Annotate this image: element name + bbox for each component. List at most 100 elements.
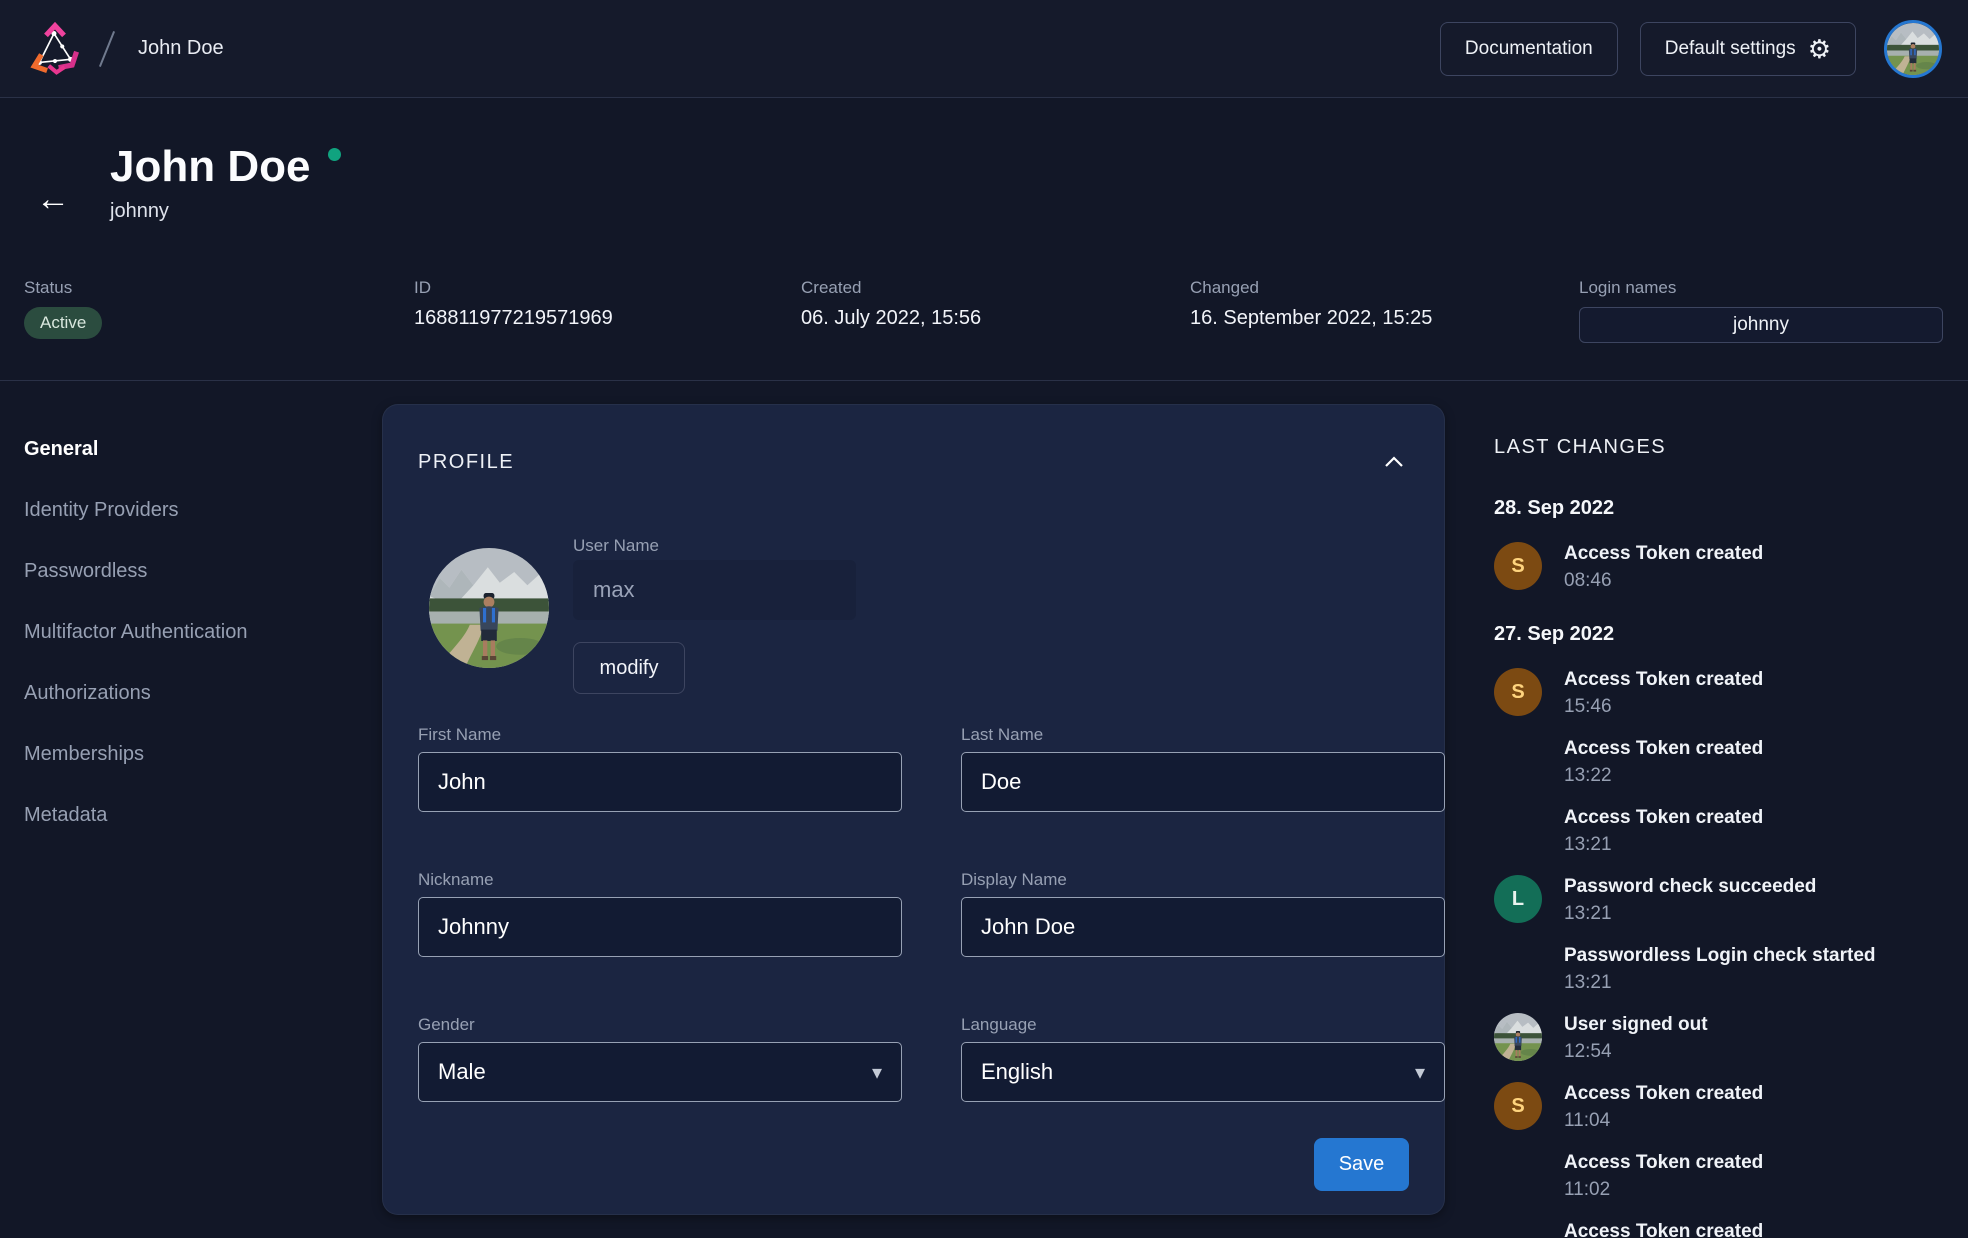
dropdown-arrow-icon: ▾ (1415, 1060, 1425, 1085)
nickname-label: Nickname (418, 870, 902, 890)
change-entry: S Access Token created08:46 (1494, 542, 1958, 593)
change-entry-title: Access Token created (1564, 1082, 1763, 1106)
meta-changed: Changed 16. September 2022, 15:25 (1190, 278, 1432, 330)
page-head: John Doe johnny (110, 142, 341, 223)
changed-value: 16. September 2022, 15:25 (1190, 307, 1432, 330)
sidebar-item-memberships[interactable]: Memberships (24, 743, 354, 766)
profile-photo (429, 548, 549, 668)
change-entry-title: Access Token created (1564, 737, 1763, 761)
change-entry-time: 13:22 (1564, 764, 1763, 788)
change-entry-time: 11:02 (1564, 1178, 1763, 1202)
back-button[interactable]: ← (30, 176, 76, 222)
documentation-button-label: Documentation (1465, 38, 1593, 60)
actor-avatar-initial: S (1494, 1082, 1542, 1130)
change-entry-text: Access Token created13:21 (1564, 806, 1763, 857)
username-label: User Name (573, 536, 659, 556)
profile-fields: First NameLast NameNicknameDisplay NameG… (418, 725, 1445, 1102)
sidebar-item-multifactor-authentication[interactable]: Multifactor Authentication (24, 621, 354, 644)
display-name-input[interactable] (961, 897, 1445, 957)
sidebar-item-passwordless[interactable]: Passwordless (24, 560, 354, 583)
login-names-list: johnny (1579, 307, 1943, 343)
profile-card: PROFILE User Name modify First Name Last … (382, 404, 1445, 1215)
change-entry-title: Access Token created (1564, 1151, 1763, 1175)
sidebar-item-general[interactable]: General (24, 438, 354, 461)
meta-id: ID 168811977219571969 (414, 278, 613, 330)
dropdown-arrow-icon: ▾ (872, 1060, 882, 1085)
change-entry-text: User signed out12:54 (1564, 1013, 1708, 1064)
gear-icon: ⚙ (1808, 36, 1831, 62)
created-label: Created (801, 278, 981, 298)
save-button[interactable]: Save (1314, 1138, 1409, 1191)
change-entry-time: 13:21 (1564, 902, 1816, 926)
change-entry-text: Access Token created15:46 (1564, 668, 1763, 719)
change-entry-title: Access Token created (1564, 1220, 1763, 1238)
change-entry-text: Passwordless Login check started13:21 (1564, 944, 1876, 995)
profile-photo (1494, 1013, 1542, 1061)
breadcrumb-separator (99, 31, 115, 67)
sidebar-item-identity-providers[interactable]: Identity Providers (24, 499, 354, 522)
login-name-box: johnny (1579, 307, 1943, 343)
change-entry-text: Access Token created08:46 (1564, 542, 1763, 593)
avatar-letter: S (1511, 1095, 1524, 1118)
change-group-date: 28. Sep 2022 (1494, 497, 1958, 520)
gender-select[interactable]: Male ▾ (418, 1042, 902, 1102)
login-names-label: Login names (1579, 278, 1943, 298)
profile-photo-avatar[interactable] (429, 548, 549, 668)
breadcrumb[interactable]: John Doe (138, 37, 224, 60)
change-entry-title: Access Token created (1564, 668, 1763, 692)
change-entry-title: Access Token created (1564, 542, 1763, 566)
actor-avatar-initial: S (1494, 668, 1542, 716)
actor-avatar-initial: L (1494, 875, 1542, 923)
change-entry-time: 11:04 (1564, 1109, 1763, 1133)
username-input[interactable] (573, 560, 856, 620)
chevron-up-icon (1385, 456, 1403, 467)
collapse-section-button[interactable] (1379, 449, 1409, 476)
change-entry-text: Access Token created 11:02 (1564, 1151, 1763, 1202)
change-entry-title: Password check succeeded (1564, 875, 1816, 899)
changed-label: Changed (1190, 278, 1432, 298)
default-settings-button[interactable]: Default settings ⚙ (1640, 22, 1856, 76)
status-label: Status (24, 278, 102, 298)
user-avatar[interactable] (1884, 20, 1942, 78)
default-settings-button-label: Default settings (1665, 38, 1796, 60)
change-group: 27. Sep 2022SAccess Token created15:46Ac… (1494, 623, 1958, 1238)
change-entry: User signed out12:54 (1494, 1013, 1958, 1064)
avatar-letter: L (1512, 888, 1524, 911)
change-entry-text: Access Token created (1564, 1220, 1763, 1238)
section-divider (0, 380, 1968, 381)
gender-selected-value: Male (438, 1059, 486, 1085)
modify-username-button[interactable]: modify (573, 642, 685, 694)
zitadel-logo-icon[interactable] (26, 20, 84, 78)
last-name-input[interactable] (961, 752, 1445, 812)
change-entry: S Access Token created 11:04 (1494, 1082, 1958, 1133)
back-arrow-icon: ← (36, 180, 70, 218)
created-value: 06. July 2022, 15:56 (801, 307, 981, 330)
first-name-input[interactable] (418, 752, 902, 812)
change-entry-text: Password check succeeded 13:21 (1564, 875, 1816, 926)
topbar: John Doe Documentation Default settings … (0, 0, 1968, 98)
field-last-name: Last Name (961, 725, 1445, 812)
sidebar-nav: General Identity Providers Passwordless Mul… (24, 438, 354, 865)
language-selected-value: English (981, 1059, 1053, 1085)
language-label: Language (961, 1015, 1445, 1035)
avatar-letter: S (1511, 681, 1524, 704)
field-nickname: Nickname (418, 870, 902, 957)
sidebar-item-metadata[interactable]: Metadata (24, 804, 354, 827)
id-label: ID (414, 278, 613, 298)
field-first-name: First Name (418, 725, 902, 812)
sidebar-item-authorizations[interactable]: Authorizations (24, 682, 354, 705)
profile-card-header: PROFILE (418, 449, 1409, 476)
page-subtitle: johnny (110, 200, 341, 223)
change-entry: Access Token created 13:22 (1494, 737, 1958, 788)
last-changes-panel: LAST CHANGES 28. Sep 2022 S Access Token c… (1494, 436, 1958, 1238)
actor-avatar-photo (1494, 1013, 1542, 1061)
nickname-input[interactable] (418, 897, 902, 957)
actor-avatar-initial: S (1494, 542, 1542, 590)
change-entry: Access Token created 11:02 (1494, 1151, 1958, 1202)
avatar-letter: S (1511, 555, 1524, 578)
language-select[interactable]: English ▾ (961, 1042, 1445, 1102)
change-entry-title: Access Token created (1564, 806, 1763, 830)
last-changes-title: LAST CHANGES (1494, 436, 1958, 459)
documentation-button[interactable]: Documentation (1440, 22, 1618, 76)
gender-label: Gender (418, 1015, 902, 1035)
